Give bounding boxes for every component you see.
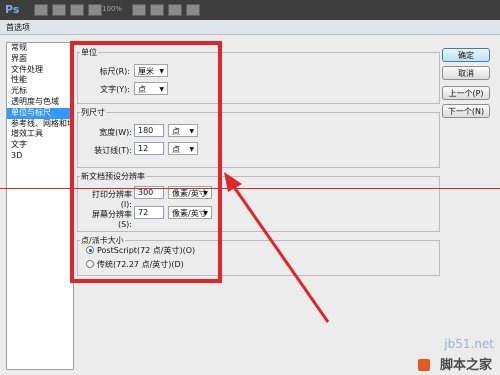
watermark-url: jb51.net	[444, 337, 494, 351]
annotation-arrow	[224, 172, 330, 323]
watermark-brand: 脚本之家	[439, 358, 492, 373]
watermark-logo-icon	[418, 359, 430, 371]
